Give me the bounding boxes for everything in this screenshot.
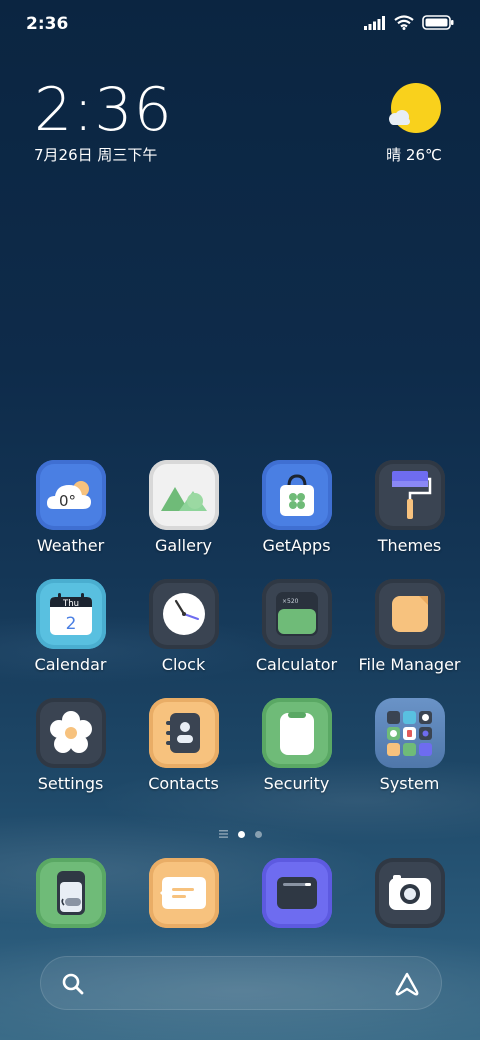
folder-apps-icon (374, 698, 445, 768)
dock-camera[interactable] (353, 858, 466, 928)
app-label: Weather (36, 536, 105, 555)
search-bar[interactable] (40, 956, 442, 1010)
app-label: Calendar (34, 655, 107, 674)
dock-messages[interactable] (127, 858, 240, 928)
battery-icon (422, 15, 454, 30)
app-label: Settings (37, 774, 104, 793)
app-settings[interactable]: Settings (14, 698, 127, 793)
app-system-folder[interactable]: System (353, 698, 466, 793)
app-clock[interactable]: Clock (127, 579, 240, 674)
page-dot-active (237, 830, 245, 838)
page-dot (254, 830, 262, 838)
status-icons (364, 15, 454, 30)
app-label: File Manager (358, 655, 461, 674)
dock-browser[interactable] (240, 858, 353, 928)
wifi-icon (394, 15, 414, 30)
calculator-icon: ×520 (261, 579, 332, 649)
themes-icon (374, 460, 445, 530)
widget-date: 7月26日 周三下午 (34, 146, 158, 164)
app-getapps[interactable]: GetApps (240, 460, 353, 555)
sun-cloud-icon (389, 83, 441, 133)
app-security[interactable]: Security (240, 698, 353, 793)
calendar-icon: Thu 2 (35, 579, 106, 649)
app-calculator[interactable]: ×520 Calculator (240, 579, 353, 674)
app-themes[interactable]: Themes (353, 460, 466, 555)
page-indicator[interactable] (0, 830, 480, 838)
app-grid: 0° Weather Gallery GetApps Themes Thu 2 … (14, 460, 466, 793)
dock-phone[interactable] (14, 858, 127, 928)
app-file-manager[interactable]: File Manager (353, 579, 466, 674)
weather-text: 晴 26℃ (386, 146, 442, 164)
gear-flower-icon (35, 698, 106, 768)
app-label: Security (263, 774, 330, 793)
app-label: Themes (377, 536, 442, 555)
phone-icon (35, 858, 106, 928)
getapps-icon (261, 460, 332, 530)
svg-text:Thu: Thu (62, 599, 79, 609)
clock-widget[interactable]: 2:36 7月26日 周三下午 (34, 78, 173, 165)
app-gallery[interactable]: Gallery (127, 460, 240, 555)
svg-text:×520: ×520 (282, 598, 299, 605)
app-label: System (379, 774, 440, 793)
search-icon (62, 973, 84, 995)
app-label: Clock (161, 655, 206, 674)
svg-text:2: 2 (65, 614, 76, 634)
app-calendar[interactable]: Thu 2 Calendar (14, 579, 127, 674)
browser-icon (261, 858, 332, 928)
app-label: Contacts (148, 774, 219, 793)
signal-icon (364, 15, 385, 30)
weather-widget[interactable]: 晴 26℃ (384, 82, 444, 165)
menu-lines-icon (218, 830, 228, 838)
app-label: Gallery (155, 536, 212, 555)
dock (14, 858, 466, 928)
app-contacts[interactable]: Contacts (127, 698, 240, 793)
folder-icon (374, 579, 445, 649)
camera-icon (374, 858, 445, 928)
assistant-icon[interactable] (393, 971, 421, 997)
widget-time: 2:36 (34, 75, 173, 145)
clock-icon (148, 579, 219, 649)
weather-icon: 0° (35, 460, 106, 530)
contacts-icon (148, 698, 219, 768)
app-label: Calculator (255, 655, 338, 674)
status-bar: 2:36 (0, 0, 480, 50)
svg-text:0°: 0° (59, 492, 76, 510)
gallery-icon (148, 460, 219, 530)
status-time: 2:36 (26, 14, 69, 34)
app-label: GetApps (262, 536, 331, 555)
security-icon (261, 698, 332, 768)
app-weather[interactable]: 0° Weather (14, 460, 127, 555)
messages-icon (148, 858, 219, 928)
